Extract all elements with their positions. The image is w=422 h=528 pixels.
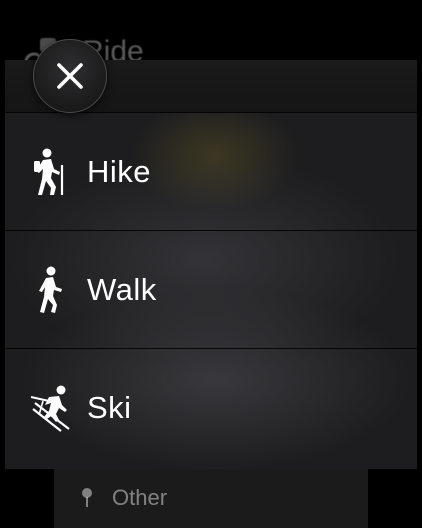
menu-item-hike[interactable]: Hike — [5, 113, 417, 231]
menu-item-label: Hike — [87, 153, 152, 189]
skier-icon — [30, 385, 70, 432]
menu-item-walk[interactable]: Walk — [5, 231, 417, 349]
close-icon — [57, 63, 83, 89]
menu-item-label: Walk — [87, 271, 157, 307]
hiker-icon — [34, 148, 64, 195]
background-other-label: Other — [112, 485, 168, 510]
close-button[interactable] — [33, 39, 107, 113]
menu-item-label: Ski — [87, 390, 132, 425]
location-pin-icon — [82, 488, 92, 507]
background-other-item: Other — [54, 468, 368, 528]
workout-type-menu: Hike Walk Ski — [5, 60, 417, 469]
walker-icon — [39, 266, 62, 313]
menu-item-ski[interactable]: Ski — [5, 349, 417, 467]
